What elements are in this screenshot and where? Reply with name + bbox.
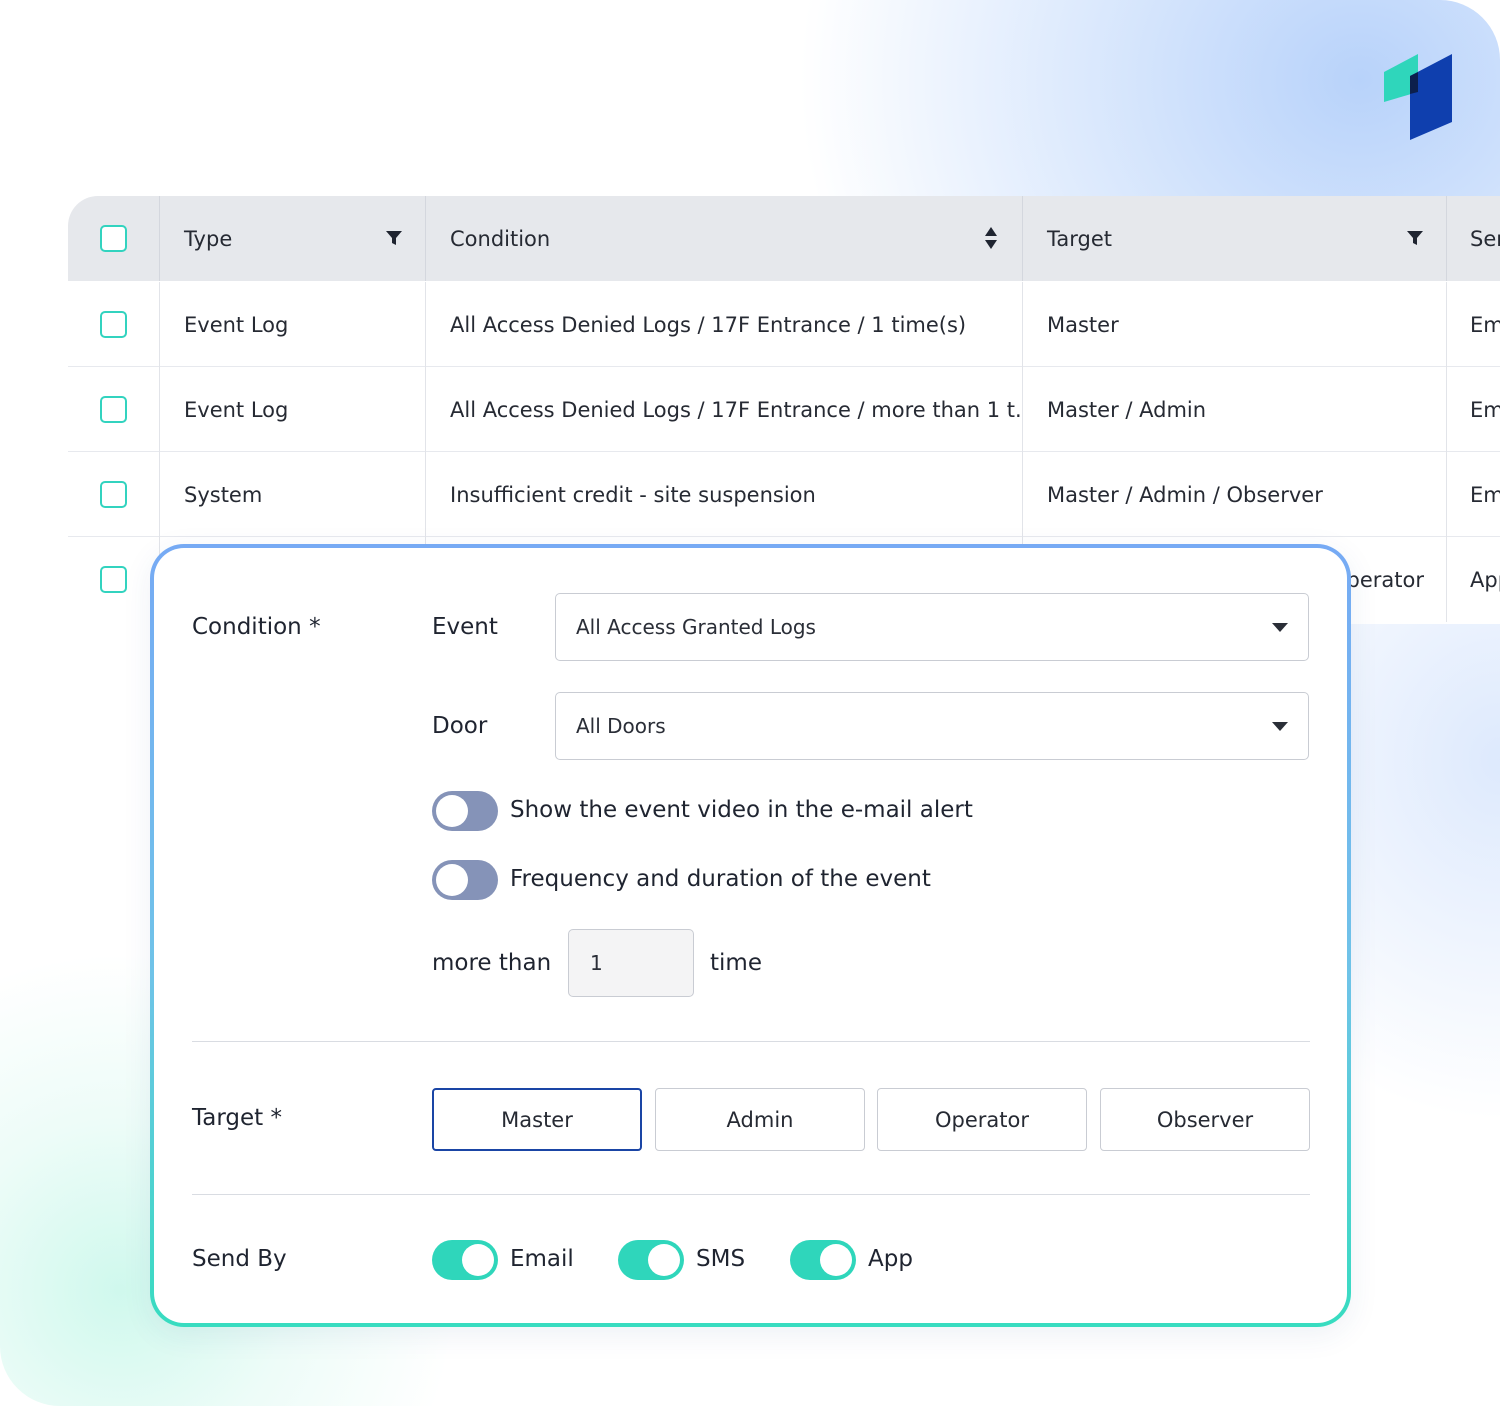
- row-checkbox-cell: [68, 452, 160, 537]
- column-header-type[interactable]: Type: [160, 196, 426, 281]
- toggle-knob: [436, 795, 468, 827]
- door-label: Door: [432, 713, 488, 739]
- cell-type: System: [160, 452, 426, 537]
- table-row[interactable]: Event Log All Access Denied Logs / 17F E…: [68, 282, 1500, 367]
- column-header-condition-label: Condition: [450, 226, 551, 251]
- column-header-target-label: Target: [1047, 226, 1112, 251]
- event-label: Event: [432, 614, 498, 640]
- cell-type: Event Log: [160, 282, 426, 367]
- target-admin-button[interactable]: Admin: [655, 1088, 865, 1151]
- cell-target: Master / Admin: [1023, 367, 1447, 452]
- row-checkbox[interactable]: [100, 396, 127, 423]
- send-email-toggle[interactable]: [432, 1240, 498, 1280]
- alert-settings-form: Condition * Event All Access Granted Log…: [154, 548, 1347, 1323]
- send-by-section-label: Send By: [192, 1246, 287, 1272]
- time-label: time: [710, 950, 762, 976]
- event-count-input[interactable]: 1: [568, 929, 694, 997]
- cell-condition: All Access Denied Logs / 17F Entrance / …: [426, 367, 1023, 452]
- cell-send-by: Em: [1470, 482, 1500, 507]
- cell-target: Master / Admin / Observer: [1023, 452, 1447, 537]
- table-header-row: Type Condition Target Ser: [68, 196, 1500, 281]
- header-checkbox-cell: [68, 196, 160, 281]
- frequency-toggle-label: Frequency and duration of the event: [510, 866, 931, 892]
- section-divider: [192, 1041, 1310, 1042]
- target-operator-button[interactable]: Operator: [877, 1088, 1087, 1151]
- cell-condition: All Access Denied Logs / 17F Entrance / …: [426, 282, 1023, 367]
- table-row[interactable]: System Insufficient credit - site suspen…: [68, 452, 1500, 537]
- alert-settings-panel: Condition * Event All Access Granted Log…: [150, 544, 1351, 1327]
- toggle-knob: [820, 1244, 852, 1276]
- event-count-value: 1: [590, 951, 603, 975]
- cell-send-by: Em: [1470, 397, 1500, 422]
- row-checkbox-cell: [68, 537, 160, 622]
- event-select-value: All Access Granted Logs: [576, 615, 816, 639]
- column-header-target[interactable]: Target: [1023, 196, 1447, 281]
- more-than-label: more than: [432, 950, 552, 976]
- toggle-knob: [436, 864, 468, 896]
- filter-icon[interactable]: [385, 226, 403, 250]
- cell-type: Event Log: [160, 367, 426, 452]
- door-select[interactable]: All Doors: [555, 692, 1309, 760]
- condition-section-label: Condition *: [192, 614, 321, 640]
- section-divider: [192, 1194, 1310, 1195]
- target-section-label: Target *: [192, 1105, 282, 1131]
- sort-icon[interactable]: [982, 226, 1000, 250]
- column-header-condition[interactable]: Condition: [426, 196, 1023, 281]
- row-checkbox-cell: [68, 282, 160, 367]
- toggle-knob: [462, 1244, 494, 1276]
- row-checkbox-cell: [68, 367, 160, 452]
- event-video-toggle[interactable]: [432, 791, 498, 831]
- send-sms-toggle[interactable]: [618, 1240, 684, 1280]
- cell-send-by: Em: [1470, 312, 1500, 337]
- column-header-send-by[interactable]: Ser: [1447, 196, 1500, 281]
- caret-down-icon: [1272, 722, 1288, 731]
- row-checkbox[interactable]: [100, 481, 127, 508]
- event-select[interactable]: All Access Granted Logs: [555, 593, 1309, 661]
- caret-down-icon: [1272, 623, 1288, 632]
- row-checkbox[interactable]: [100, 566, 127, 593]
- frequency-toggle[interactable]: [432, 860, 498, 900]
- table-row[interactable]: Event Log All Access Denied Logs / 17F E…: [68, 367, 1500, 452]
- send-app-toggle[interactable]: [790, 1240, 856, 1280]
- brand-logo-icon: [1384, 54, 1452, 140]
- column-header-type-label: Type: [184, 226, 233, 251]
- column-header-send-by-label: Ser: [1470, 226, 1500, 251]
- filter-icon[interactable]: [1406, 226, 1424, 250]
- select-all-checkbox[interactable]: [100, 225, 127, 252]
- send-sms-label: SMS: [696, 1246, 746, 1272]
- send-app-label: App: [868, 1246, 913, 1272]
- cell-condition: Insufficient credit - site suspension: [426, 452, 1023, 537]
- send-email-label: Email: [510, 1246, 574, 1272]
- cell-target: Master: [1023, 282, 1447, 367]
- toggle-knob: [648, 1244, 680, 1276]
- target-observer-button[interactable]: Observer: [1100, 1088, 1310, 1151]
- door-select-value: All Doors: [576, 714, 666, 738]
- cell-send-by: App: [1470, 567, 1500, 592]
- row-checkbox[interactable]: [100, 311, 127, 338]
- target-master-button[interactable]: Master: [432, 1088, 642, 1151]
- event-video-toggle-label: Show the event video in the e-mail alert: [510, 797, 973, 823]
